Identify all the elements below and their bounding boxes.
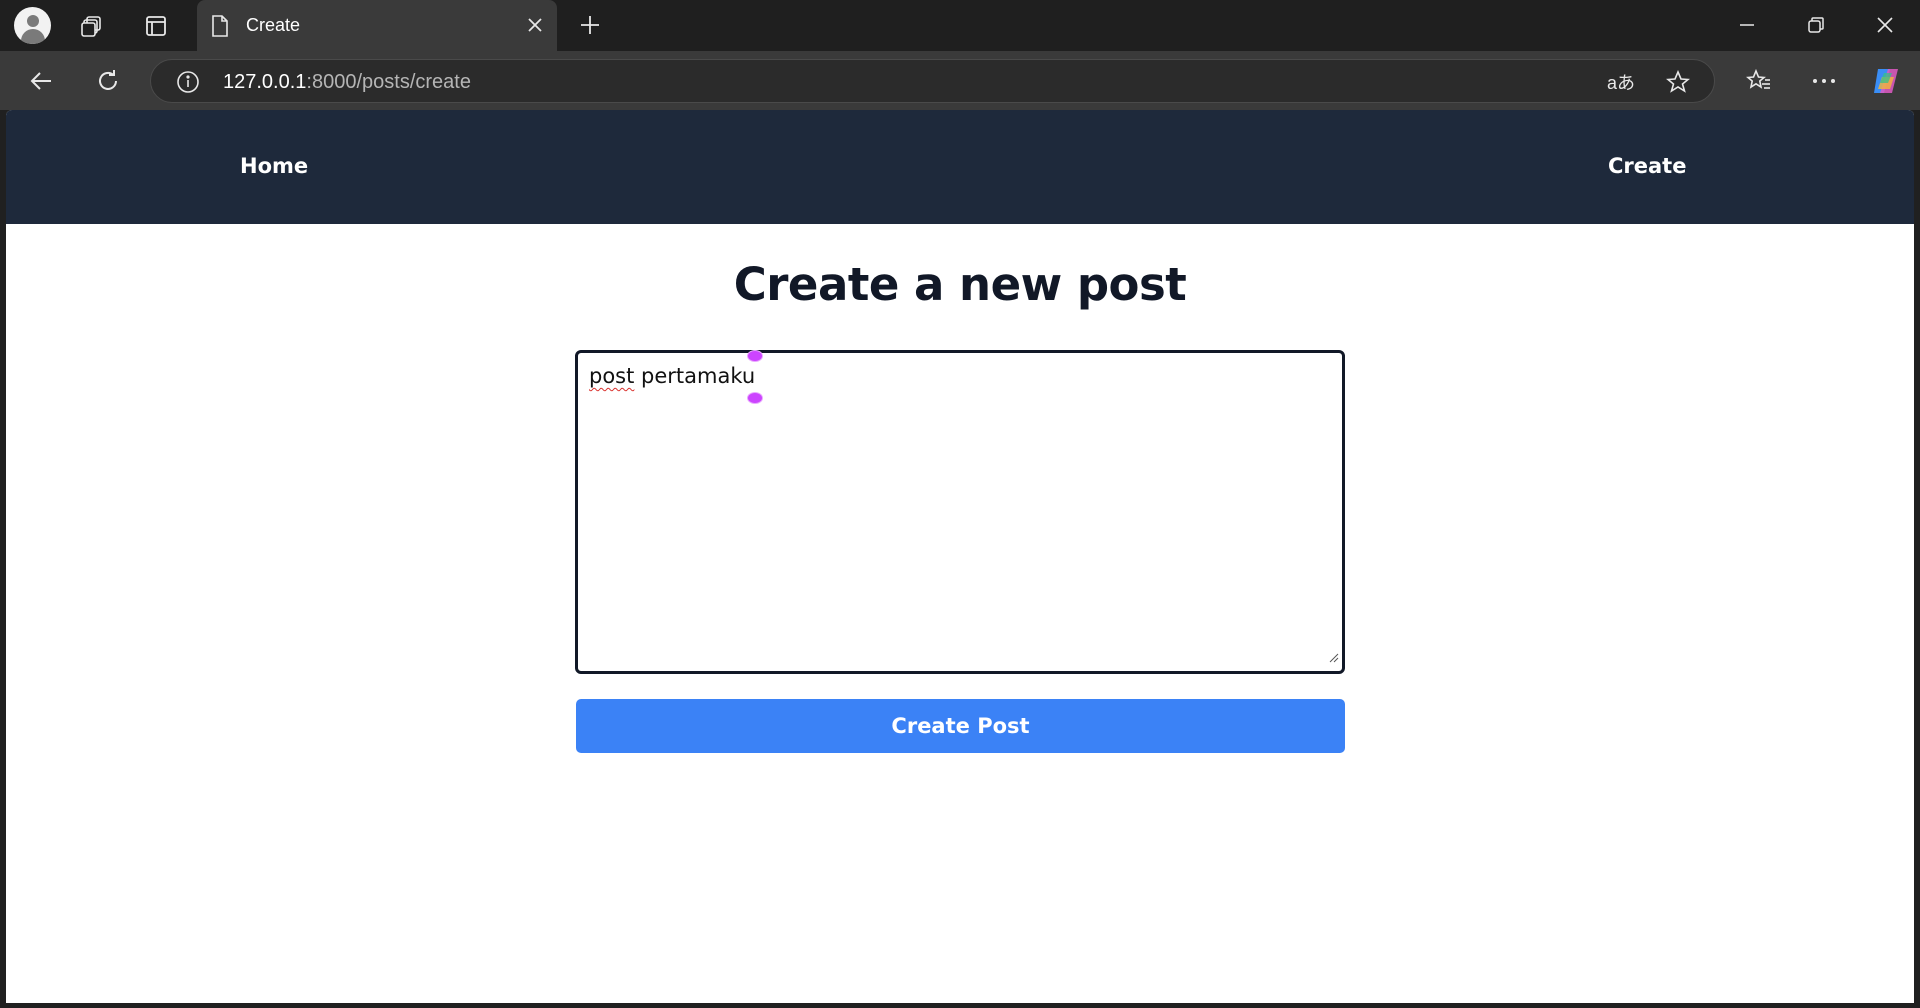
close-icon[interactable]	[523, 13, 547, 37]
workspaces-icon[interactable]	[79, 13, 105, 39]
refresh-icon[interactable]	[94, 67, 122, 95]
favorite-star-icon[interactable]	[1665, 69, 1691, 95]
new-tab-icon[interactable]	[577, 12, 603, 38]
tab-title: Create	[246, 15, 301, 35]
active-tab[interactable]: Create	[197, 0, 557, 51]
url-text[interactable]: 127.0.0.1:8000/posts/create	[223, 71, 471, 94]
tab-actions-icon[interactable]	[143, 13, 169, 39]
textarea-text: pertamaku	[634, 364, 756, 388]
address-bar[interactable]: 127.0.0.1:8000/posts/create aあ	[150, 59, 1715, 103]
post-textarea-value: post pertamaku	[589, 364, 755, 388]
read-aloud-icon[interactable]: aあ	[1606, 70, 1636, 94]
window-close-icon[interactable]	[1872, 12, 1898, 38]
back-icon[interactable]	[27, 67, 55, 95]
nav-create-link[interactable]: Create	[1608, 154, 1686, 178]
create-post-button[interactable]: Create Post	[576, 699, 1345, 753]
post-textarea[interactable]: post pertamaku	[575, 350, 1345, 674]
misspelled-word: post	[589, 364, 635, 388]
page-title: Create a new post	[733, 258, 1187, 311]
url-path: :8000/posts/create	[306, 71, 471, 93]
document-icon	[211, 15, 229, 42]
favorites-icon[interactable]	[1745, 67, 1773, 95]
copilot-icon[interactable]	[1870, 65, 1902, 97]
browser-toolbar: 127.0.0.1:8000/posts/create aあ	[0, 51, 1920, 110]
profile-avatar[interactable]	[14, 7, 51, 44]
selection-handle-top-icon[interactable]	[748, 351, 762, 361]
info-icon[interactable]	[175, 69, 201, 95]
page-viewport: Home Create Create a new post post perta…	[6, 110, 1914, 1003]
top-navbar: Home Create	[6, 110, 1914, 224]
more-icon[interactable]	[1810, 67, 1838, 95]
nav-home-link[interactable]: Home	[240, 154, 308, 178]
url-host: 127.0.0.1	[223, 71, 307, 93]
minimize-icon[interactable]	[1734, 12, 1760, 38]
restore-icon[interactable]	[1803, 12, 1829, 38]
selection-handle-bottom-icon[interactable]	[748, 393, 762, 403]
resize-grip-icon[interactable]	[1329, 650, 1339, 668]
tab-strip: Create	[0, 0, 1920, 51]
